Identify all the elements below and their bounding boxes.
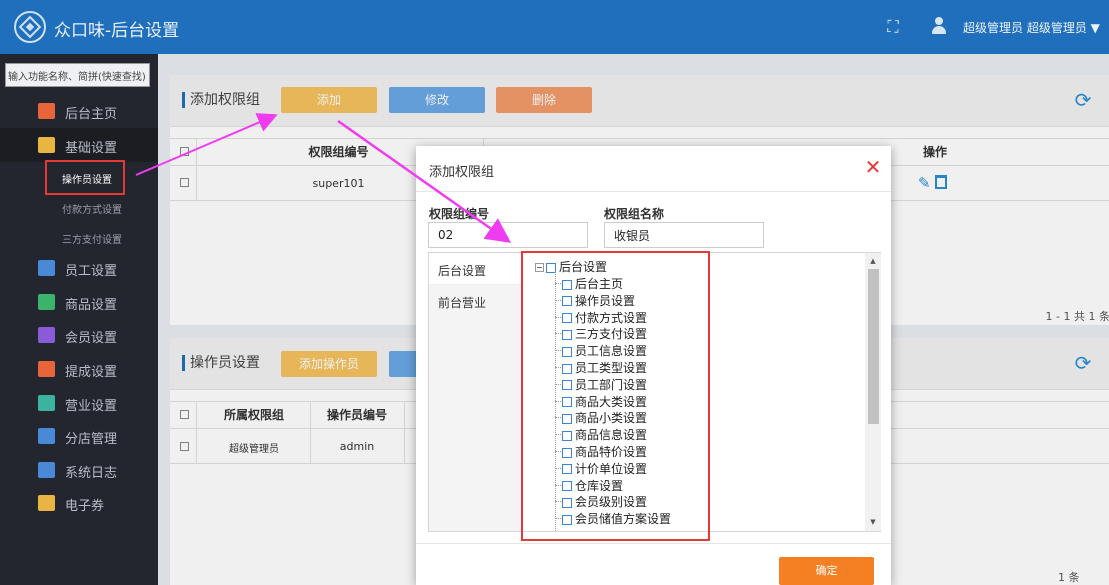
- arrow-to-add: [135, 113, 278, 176]
- arrow-to-tree: [337, 119, 512, 243]
- annotation-arrows: [135, 113, 512, 243]
